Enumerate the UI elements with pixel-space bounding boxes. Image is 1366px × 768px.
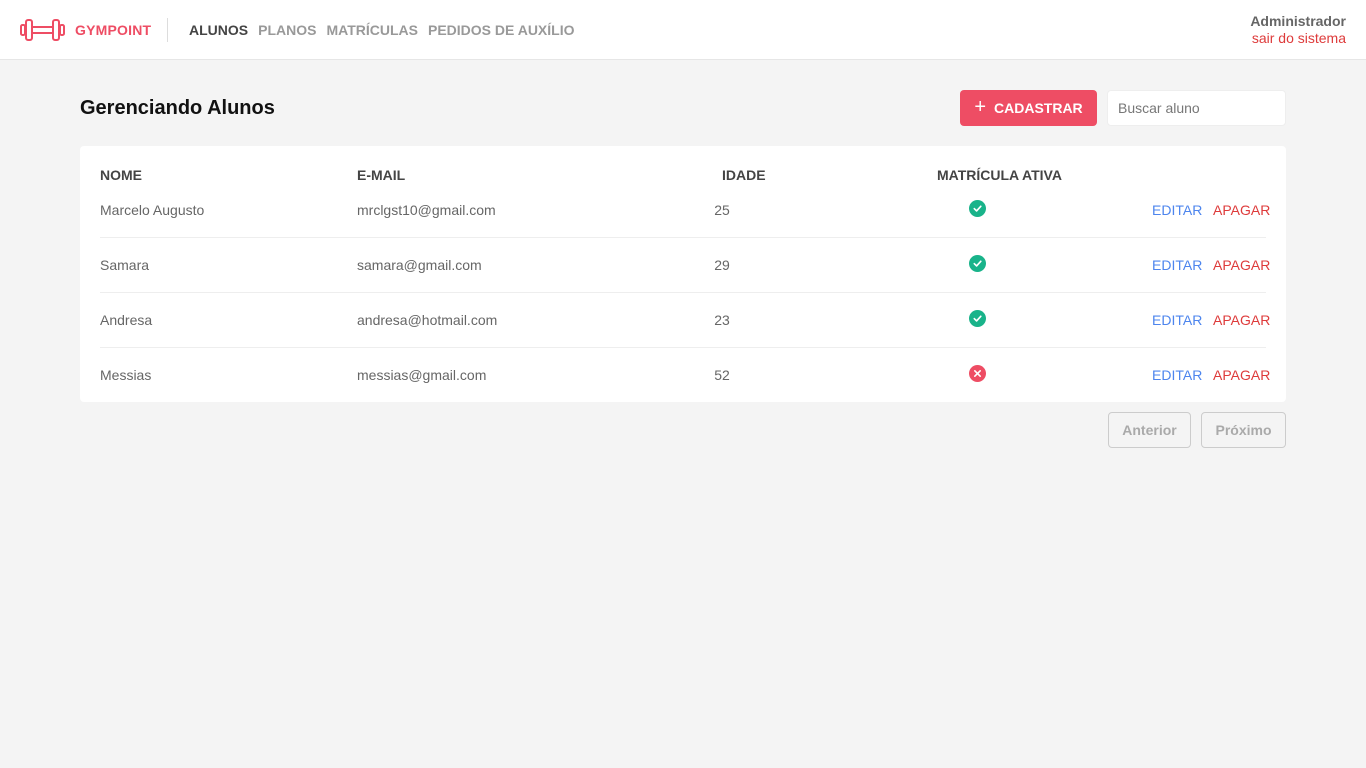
top-header: GYMPOINT ALUNOS PLANOS MATRÍCULAS PEDIDO… <box>0 0 1366 60</box>
check-circle-icon <box>969 310 986 327</box>
student-name: Marcelo Augusto <box>100 202 205 218</box>
student-email: mrclgst10@gmail.com <box>357 202 496 218</box>
student-name: Andresa <box>100 312 153 328</box>
students-table: NOME E-MAIL IDADE MATRÍCULA ATIVA Marcel… <box>80 146 1286 402</box>
edit-button[interactable]: EDITAR <box>1152 256 1202 274</box>
main-nav: ALUNOS PLANOS MATRÍCULAS PEDIDOS DE AUXÍ… <box>189 21 585 39</box>
x-circle-icon <box>969 365 986 382</box>
user-panel: Administrador sair do sistema <box>1250 13 1346 47</box>
table-row: Samara samara@gmail.com 29 EDITAR APAGAR <box>100 238 1270 293</box>
student-age: 25 <box>714 202 730 218</box>
column-header-active: MATRÍCULA ATIVA <box>937 167 1062 183</box>
search-input[interactable] <box>1107 90 1286 126</box>
edit-button[interactable]: EDITAR <box>1152 366 1202 384</box>
student-name: Messias <box>100 367 152 383</box>
nav-item-pedidos-de-auxilio[interactable]: PEDIDOS DE AUXÍLIO <box>428 21 575 39</box>
page-title: Gerenciando Alunos <box>80 97 275 119</box>
student-age: 23 <box>714 312 730 328</box>
table-row: Marcelo Augusto mrclgst10@gmail.com 25 E… <box>100 183 1270 238</box>
column-header-email: E-MAIL <box>357 167 406 183</box>
check-circle-icon <box>969 200 986 217</box>
dumbbell-icon <box>20 19 65 41</box>
delete-button[interactable]: APAGAR <box>1213 201 1270 219</box>
student-email: messias@gmail.com <box>357 367 487 383</box>
check-circle-icon <box>969 255 986 272</box>
brand[interactable]: GYMPOINT <box>20 17 151 43</box>
delete-button[interactable]: APAGAR <box>1213 256 1270 274</box>
student-email: andresa@hotmail.com <box>357 312 498 328</box>
nav-item-matriculas[interactable]: MATRÍCULAS <box>326 21 418 39</box>
add-student-button[interactable]: + CADASTRAR <box>960 90 1097 126</box>
student-age: 29 <box>714 257 730 273</box>
edit-button[interactable]: EDITAR <box>1152 201 1202 219</box>
student-email: samara@gmail.com <box>357 257 482 273</box>
student-age: 52 <box>714 367 730 383</box>
column-header-age: IDADE <box>722 167 766 183</box>
edit-button[interactable]: EDITAR <box>1152 311 1202 329</box>
logout-link[interactable]: sair do sistema <box>1250 29 1346 47</box>
student-name: Samara <box>100 257 150 273</box>
delete-button[interactable]: APAGAR <box>1213 366 1270 384</box>
previous-page-button[interactable]: Anterior <box>1108 412 1191 448</box>
brand-name: GYMPOINT <box>75 22 152 38</box>
next-page-button[interactable]: Próximo <box>1201 412 1286 448</box>
plus-icon: + <box>974 96 986 118</box>
header-divider <box>167 18 168 42</box>
table-row: Andresa andresa@hotmail.com 23 EDITAR AP… <box>100 293 1270 348</box>
user-name: Administrador <box>1250 13 1346 29</box>
nav-item-planos[interactable]: PLANOS <box>258 21 316 39</box>
add-student-label: CADASTRAR <box>994 100 1083 116</box>
column-header-name: NOME <box>100 167 142 183</box>
nav-item-alunos[interactable]: ALUNOS <box>189 21 248 39</box>
delete-button[interactable]: APAGAR <box>1213 311 1270 329</box>
table-row: Messias messias@gmail.com 52 EDITAR APAG… <box>100 348 1270 403</box>
